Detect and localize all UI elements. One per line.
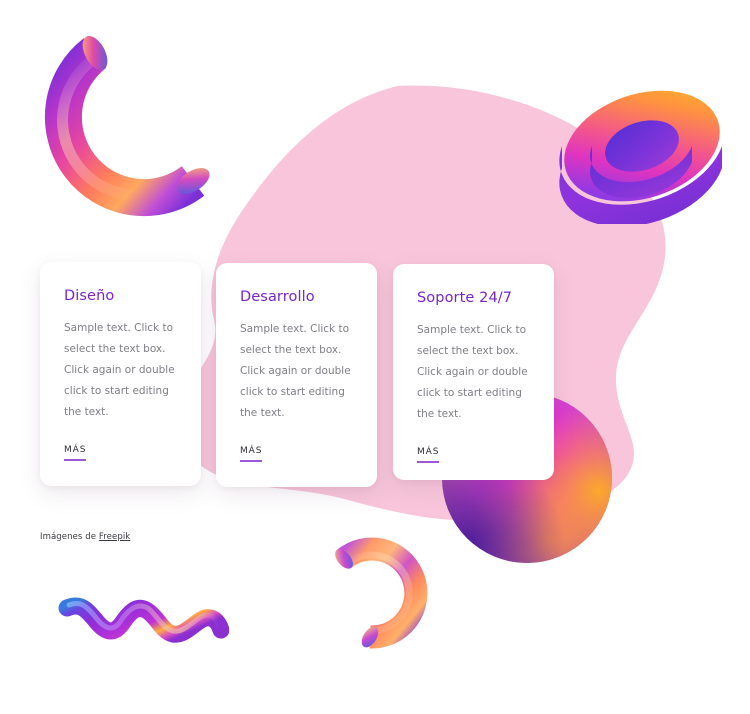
card-title: Diseño (64, 288, 115, 304)
card-body-text: Sample text. Click to select the text bo… (64, 322, 175, 418)
card-more-link[interactable]: MÁS (417, 447, 440, 463)
feature-card-soporte[interactable]: Soporte 24/7 Sample text. Click to selec… (393, 264, 554, 480)
page-canvas: Diseño Sample text. Click to select the … (0, 0, 750, 714)
image-credit: Imágenes de Freepik (40, 532, 130, 542)
card-more-link[interactable]: MÁS (64, 445, 87, 461)
feature-card-diseno[interactable]: Diseño Sample text. Click to select the … (40, 262, 201, 486)
credit-prefix-text: Imágenes de (40, 532, 99, 542)
card-title: Desarrollo (240, 289, 315, 305)
card-title: Soporte 24/7 (417, 290, 513, 306)
freepik-link[interactable]: Freepik (99, 532, 130, 542)
feature-card-desarrollo[interactable]: Desarrollo Sample text. Click to select … (216, 263, 377, 487)
card-body-text: Sample text. Click to select the text bo… (417, 324, 528, 420)
feature-cards-container: Diseño Sample text. Click to select the … (0, 0, 750, 714)
card-body-text: Sample text. Click to select the text bo… (240, 323, 351, 419)
card-more-link[interactable]: MÁS (240, 446, 263, 462)
